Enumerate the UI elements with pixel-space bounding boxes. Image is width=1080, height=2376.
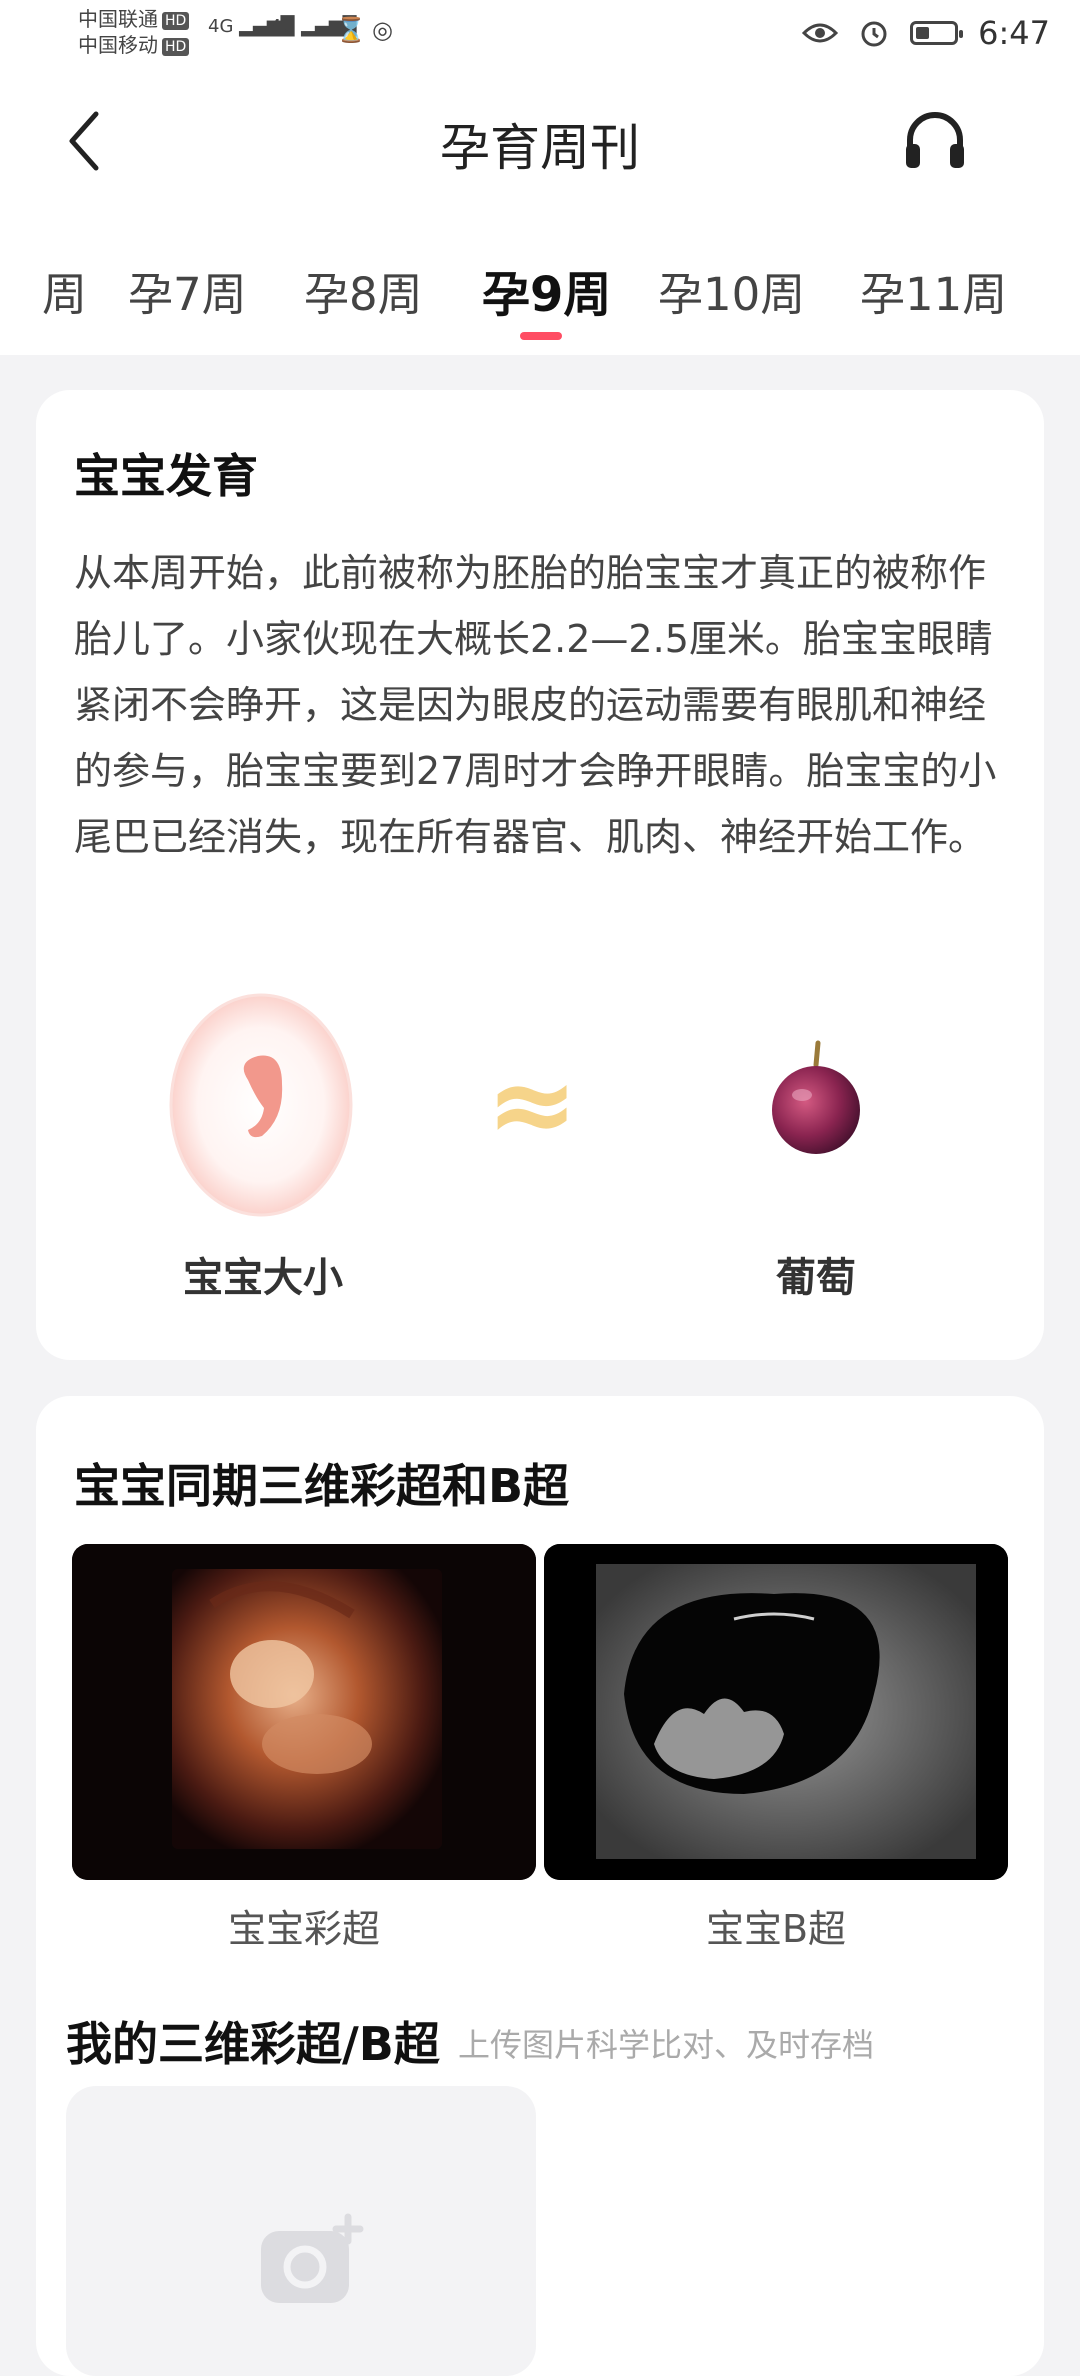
battery-icon (910, 21, 964, 45)
my-ultrasound-title: 我的三维彩超/B超 (66, 2017, 440, 2071)
ultrasound-title: 宝宝同期三维彩超和B超 (74, 1459, 570, 1513)
b-ultrasound-caption: 宝宝B超 (705, 1907, 847, 1951)
color-ultrasound-graphic (72, 1544, 536, 1880)
tab-week-7[interactable]: 孕7周 (128, 258, 247, 323)
hourglass-icon: ⌛ (336, 16, 366, 44)
color-ultrasound-caption: 宝宝彩超 (227, 1907, 380, 1951)
tab-week-6[interactable]: 周 (42, 258, 87, 323)
tab-week-11[interactable]: 孕11周 (860, 258, 1007, 323)
b-ultrasound-graphic (544, 1544, 1008, 1880)
color-ultrasound-image[interactable] (72, 1544, 536, 1880)
approx-symbol: ≈ (486, 1040, 579, 1168)
hd-badge: HD (162, 11, 190, 30)
camera-add-icon (261, 2213, 364, 2303)
grape-icon (772, 1040, 860, 1154)
fruit-label: 葡萄 (776, 1255, 856, 1301)
embryo-image (169, 993, 353, 1217)
active-tab-indicator (520, 332, 562, 340)
carrier1: 中国联通 (78, 7, 158, 31)
status-bar: 中国联通 HD 中国移动 HD 4G ▂▄▆█ 4G ▂▄▆█ ⌛ ◎ 6:47 (0, 0, 1080, 70)
clock: 6:47 (978, 14, 1050, 52)
upload-photo-button[interactable] (66, 2086, 536, 2376)
tab-week-10[interactable]: 孕10周 (658, 258, 805, 323)
carrier-info: 中国联通 HD 中国移动 HD (78, 6, 190, 58)
my-ultrasound-subtitle: 上传图片科学比对、及时存档 (458, 2026, 875, 2064)
hd-badge: HD (162, 37, 190, 56)
development-title: 宝宝发育 (74, 449, 258, 503)
tab-week-9[interactable]: 孕9周 (482, 255, 611, 325)
week-tabs: 周 孕7周 孕8周 孕9周 孕10周 孕11周 (0, 210, 1080, 355)
b-ultrasound-image[interactable] (544, 1544, 1008, 1880)
baby-size-label: 宝宝大小 (183, 1255, 343, 1301)
size-comparison: ≈ 宝宝大小 葡萄 (36, 990, 1044, 1350)
eye-icon (802, 23, 839, 43)
carrier2: 中国移动 (78, 33, 158, 57)
tab-week-8[interactable]: 孕8周 (304, 258, 423, 323)
development-text: 从本周开始，此前被称为胚胎的胎宝宝才真正的被称作胎儿了。小家伙现在大概长2.2—… (74, 551, 997, 859)
ultrasound-card: 宝宝同期三维彩超和B超 宝宝彩超 宝宝B超 我的三维彩超/B超 上传图片科学比对… (36, 1396, 1044, 2376)
development-card: 宝宝发育 从本周开始，此前被称为胚胎的胎宝宝才真正的被称作胎儿了。小家伙现在大概… (36, 390, 1044, 1360)
app-header: 孕育周刊 (0, 70, 1080, 210)
alarm-icon (861, 21, 887, 47)
nfc-icon: ◎ (372, 16, 393, 44)
headphones-icon[interactable] (900, 104, 970, 174)
